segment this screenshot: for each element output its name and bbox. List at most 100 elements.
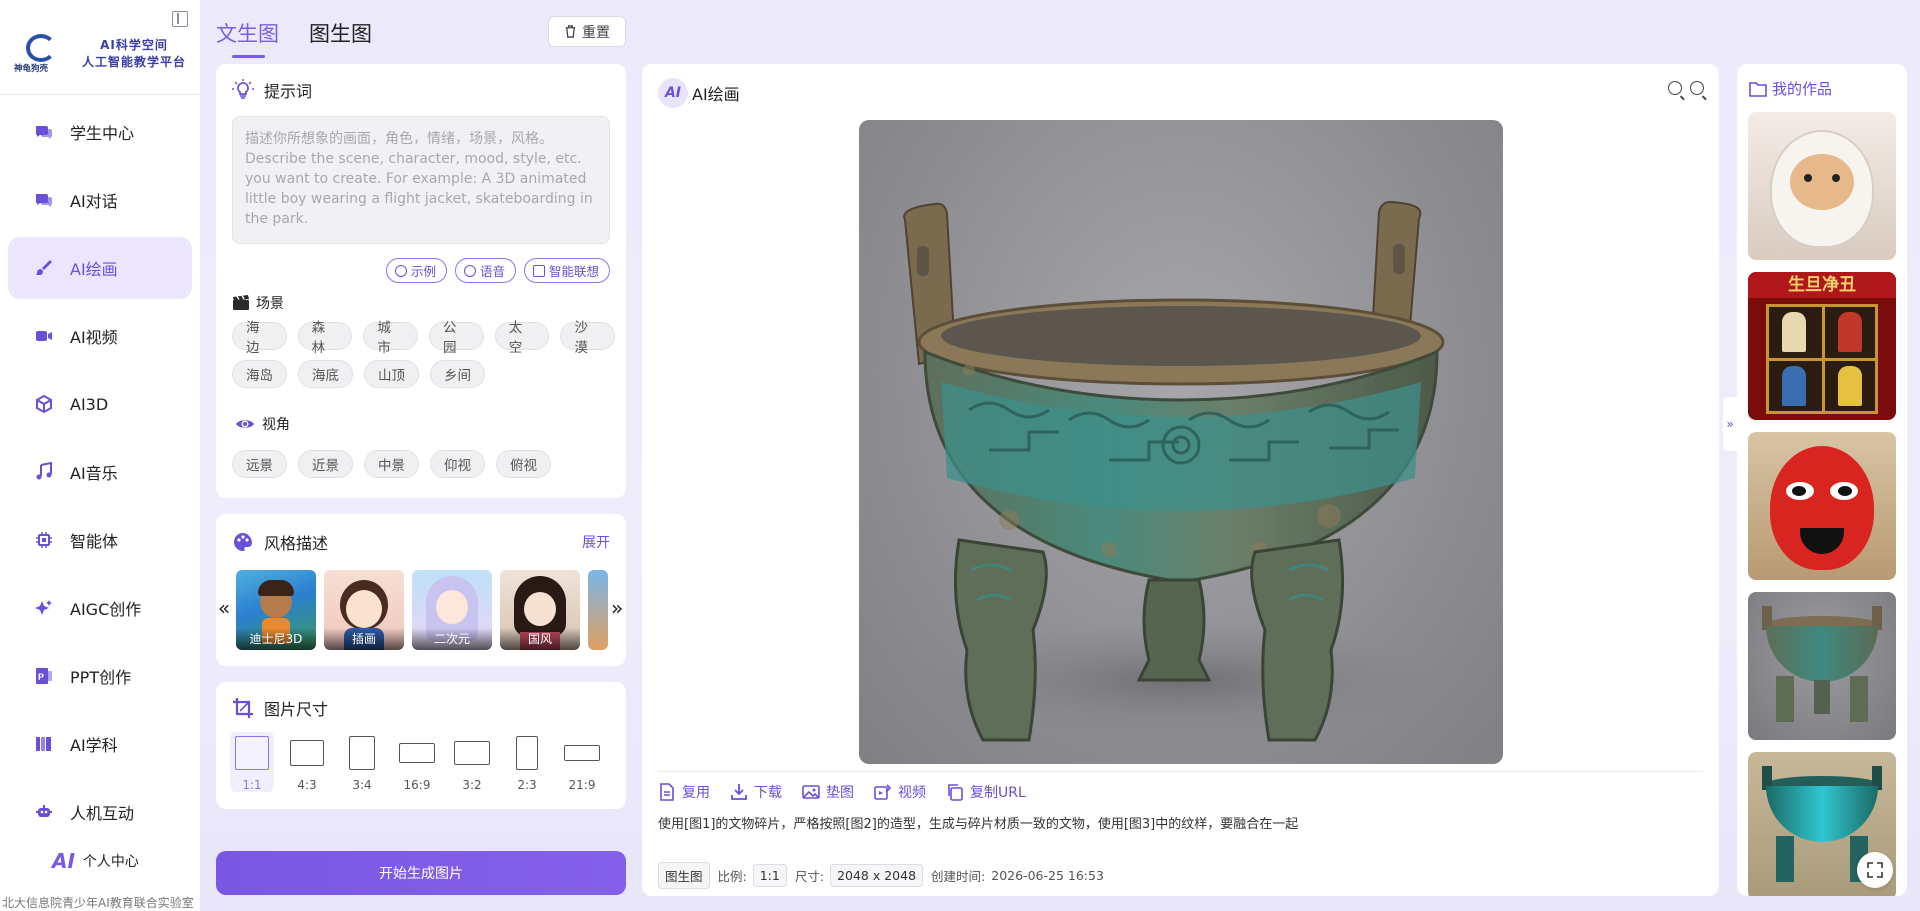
sidebar-item-ai-3d[interactable]: AI3D: [8, 373, 192, 435]
copy-url-button[interactable]: 复制URL: [946, 782, 1026, 802]
sidebar-item-aigc[interactable]: AIGC创作: [8, 577, 192, 639]
scene-tag[interactable]: 乡间: [430, 360, 485, 388]
sidebar-item-label: AI学科: [70, 736, 118, 755]
sidebar-item-label: 人机互动: [70, 804, 135, 823]
sidebar-item-label: AIGC创作: [70, 600, 142, 619]
palette-icon: [234, 533, 252, 551]
reference-image-button[interactable]: 垫图: [802, 782, 854, 802]
sidebar-item-ppt[interactable]: P PPT创作: [8, 645, 192, 707]
sidebar-item-student-center[interactable]: 学生中心: [8, 101, 192, 163]
result-divider: [658, 771, 1703, 772]
reset-label: 重置: [582, 24, 610, 41]
style-next-arrow[interactable]: »: [611, 596, 623, 620]
style-prev-arrow[interactable]: «: [218, 596, 230, 620]
ratio-option-3-4[interactable]: 3:4: [340, 732, 384, 792]
scene-tags-row-2: 海岛 海底 山顶 乡间: [232, 360, 496, 388]
style-expand-link[interactable]: 展开: [582, 532, 610, 552]
style-thumb-disney3d[interactable]: 迪士尼3D: [236, 570, 316, 650]
trash-icon: [565, 25, 576, 38]
scene-tag[interactable]: 森林: [297, 320, 353, 356]
sidebar-item-ai-chat[interactable]: AI对话: [8, 169, 192, 231]
style-card: 风格描述 展开 « 迪士尼3D 插画 二次元 国风 »: [216, 514, 626, 666]
sidebar-item-agent[interactable]: 智能体: [8, 509, 192, 571]
brand-logo-caption: 神龟狗壳: [14, 64, 49, 74]
sidebar-item-ai-subject[interactable]: AI学科: [8, 713, 192, 775]
scene-tag[interactable]: 城市: [363, 320, 419, 356]
prompt-input[interactable]: 描述你所想象的画面，角色，情绪，场景，风格。Describe the scene…: [232, 116, 610, 244]
scene-tag[interactable]: 山顶: [364, 360, 419, 388]
eye-icon: [236, 420, 254, 428]
clapperboard-icon: [233, 295, 249, 310]
sidebar-item-label: PPT创作: [70, 668, 132, 687]
sidebar-item-hci[interactable]: 人机互动: [8, 781, 192, 843]
style-thumb-more[interactable]: [588, 570, 608, 650]
generated-image[interactable]: [859, 120, 1503, 764]
sidebar-item-ai-video[interactable]: AI视频: [8, 305, 192, 367]
ratio-option-16-9[interactable]: 16:9: [395, 732, 439, 792]
prompt-card: 提示词 描述你所想象的画面，角色，情绪，场景，风格。Describe the s…: [216, 64, 626, 498]
bronze-ding-illustration: [903, 200, 1451, 742]
ratio-value: 1:1: [752, 864, 787, 887]
work-thumb-opera-poster[interactable]: 生旦净丑: [1748, 272, 1896, 420]
brain-icon: [532, 264, 545, 277]
footer-text: 北大信息院青少年AI教育联合实验室: [2, 896, 194, 910]
download-button[interactable]: 下载: [730, 782, 782, 802]
video-edit-icon: [874, 784, 892, 800]
zoom-in-icon[interactable]: [1690, 81, 1704, 95]
music-note-icon: [34, 462, 54, 482]
image-icon: [802, 785, 820, 799]
reuse-button[interactable]: 复用: [658, 782, 710, 802]
sidebar-item-ai-painting[interactable]: AI绘画: [8, 237, 192, 299]
ratio-option-1-1[interactable]: 1:1: [230, 732, 274, 792]
style-thumb-illustration[interactable]: 插画: [324, 570, 404, 650]
reset-button[interactable]: 重置: [548, 16, 626, 47]
ratio-option-4-3[interactable]: 4:3: [285, 732, 329, 792]
to-video-button[interactable]: 视频: [874, 782, 926, 802]
work-thumb-bronze-ding[interactable]: [1748, 592, 1896, 740]
scene-tag[interactable]: 海底: [298, 360, 353, 388]
view-tag[interactable]: 中景: [364, 450, 419, 478]
robot-icon: [34, 802, 54, 822]
tab-text-to-image[interactable]: 文生图: [216, 18, 279, 58]
brand-line2: 人工智能教学平台: [82, 55, 187, 69]
zoom-out-icon[interactable]: [1668, 81, 1682, 95]
view-tag[interactable]: 俯视: [496, 450, 551, 478]
sidebar-item-label: 智能体: [70, 532, 119, 551]
result-actions: 复用 下载 垫图 视频 复制URL: [658, 782, 1046, 802]
profile-link[interactable]: AI 个人中心: [52, 849, 139, 873]
sidebar-item-label: AI视频: [70, 328, 118, 347]
scene-tag[interactable]: 沙漠: [560, 320, 616, 356]
scene-title: 场景: [232, 293, 284, 313]
style-thumb-guofeng[interactable]: 国风: [500, 570, 580, 650]
works-panel-toggle[interactable]: »: [1723, 397, 1737, 451]
ratio-option-3-2[interactable]: 3:2: [450, 732, 494, 792]
view-tag[interactable]: 仰视: [430, 450, 485, 478]
generate-image-button[interactable]: 开始生成图片: [216, 851, 626, 895]
voice-button[interactable]: 语音: [454, 258, 516, 283]
size-title: 图片尺寸: [232, 696, 328, 720]
sidebar-item-ai-music[interactable]: AI音乐: [8, 441, 192, 503]
example-button[interactable]: 示例: [385, 258, 447, 283]
scene-tag[interactable]: 太空: [494, 320, 550, 356]
my-works-title: 我的作品: [1749, 78, 1832, 99]
tab-image-to-image[interactable]: 图生图: [309, 18, 372, 48]
scene-tag[interactable]: 海岛: [232, 360, 287, 388]
smart-suggest-button[interactable]: 智能联想: [523, 258, 610, 283]
view-tag[interactable]: 远景: [232, 450, 287, 478]
ratio-option-21-9[interactable]: 21:9: [560, 732, 604, 792]
ratio-option-2-3[interactable]: 2:3: [505, 732, 549, 792]
work-thumb-puppy-egg[interactable]: [1748, 112, 1896, 260]
brand: 神龟狗壳 AI科学空间 人工智能教学平台: [14, 32, 186, 76]
sidebar-item-label: 学生中心: [70, 124, 135, 143]
fullscreen-icon[interactable]: [1857, 852, 1893, 888]
profile-label: 个人中心: [82, 854, 139, 870]
used-prompt-text: 使用[图1]的文物碎片，严格按照[图2]的造型，生成与碎片材质一致的文物，使用[…: [658, 817, 1299, 832]
view-tag[interactable]: 近景: [298, 450, 353, 478]
scene-tag[interactable]: 海边: [232, 320, 287, 356]
style-thumb-anime[interactable]: 二次元: [412, 570, 492, 650]
size-value: 2048 x 2048: [830, 864, 924, 887]
scene-tag[interactable]: 公园: [429, 320, 484, 356]
sidebar-collapse-icon[interactable]: [172, 11, 188, 27]
chat-bubbles-icon: [34, 190, 54, 210]
work-thumb-opera-mask[interactable]: [1748, 432, 1896, 580]
